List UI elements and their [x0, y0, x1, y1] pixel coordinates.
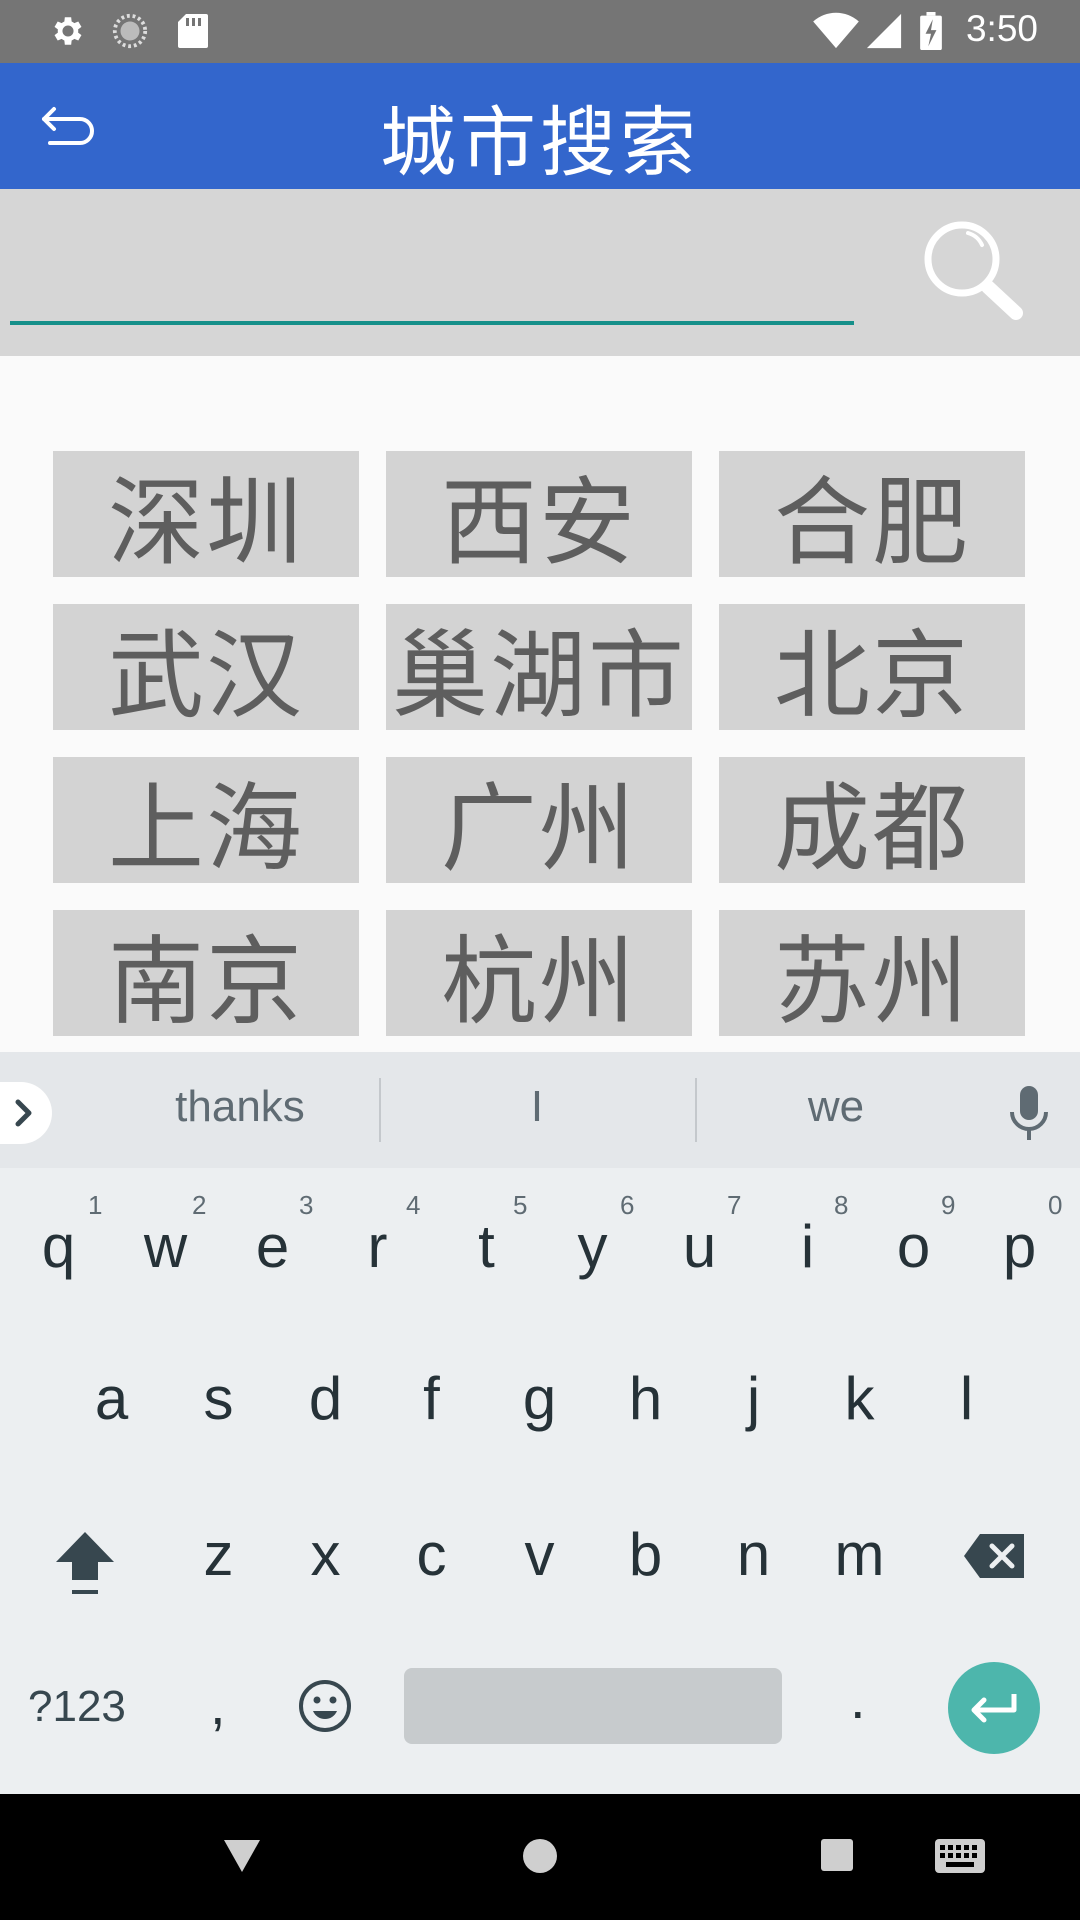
suggestion-divider	[695, 1078, 697, 1142]
key-c[interactable]: c	[378, 1520, 485, 1589]
city-button[interactable]: 广州	[386, 757, 692, 885]
key-hint-5: 5	[513, 1190, 528, 1220]
suggestion-2[interactable]: I	[417, 1082, 657, 1132]
app-bar: 城市搜索	[0, 63, 1080, 189]
space-key[interactable]	[404, 1668, 782, 1744]
status-time: 3:50	[965, 8, 1038, 49]
battery-charging-icon	[920, 12, 942, 50]
city-button[interactable]: 合肥	[719, 451, 1025, 579]
navigation-bar	[0, 1794, 1080, 1920]
search-input[interactable]	[10, 219, 854, 325]
key-n[interactable]: n	[700, 1520, 807, 1589]
key-hint-4: 4	[406, 1190, 421, 1220]
comma-key[interactable]: ,	[210, 1672, 226, 1737]
key-hint-3: 3	[299, 1190, 314, 1220]
home-circle-icon[interactable]	[522, 1838, 558, 1874]
suggestion-strip: thanks I we	[0, 1052, 1080, 1168]
key-g[interactable]: g	[486, 1364, 593, 1433]
recents-square-icon[interactable]	[820, 1838, 854, 1872]
backspace-key-icon[interactable]	[962, 1530, 1028, 1582]
key-u[interactable]: u	[646, 1212, 753, 1281]
key-hint-8: 8	[834, 1190, 849, 1220]
key-w[interactable]: w	[112, 1212, 219, 1281]
key-i[interactable]: i	[754, 1212, 861, 1281]
chevron-right-icon	[15, 1099, 32, 1127]
enter-key[interactable]	[948, 1662, 1040, 1754]
key-h[interactable]: h	[592, 1364, 699, 1433]
city-button[interactable]: 北京	[719, 604, 1025, 732]
signal-icon	[866, 13, 902, 49]
key-x[interactable]: x	[272, 1520, 379, 1589]
key-f[interactable]: f	[378, 1364, 485, 1433]
key-l[interactable]: l	[913, 1364, 1020, 1433]
key-s[interactable]: s	[165, 1364, 272, 1433]
key-hint-2: 2	[192, 1190, 207, 1220]
sd-card-icon	[178, 14, 208, 48]
key-v[interactable]: v	[486, 1520, 593, 1589]
key-hint-6: 6	[620, 1190, 635, 1220]
city-button[interactable]: 武汉	[53, 604, 359, 732]
microphone-icon[interactable]	[1008, 1084, 1050, 1142]
wifi-icon	[813, 12, 859, 49]
key-o[interactable]: o	[860, 1212, 967, 1281]
back-triangle-icon[interactable]	[222, 1838, 262, 1874]
enter-arrow-icon	[971, 1694, 1017, 1723]
key-hint-7: 7	[727, 1190, 742, 1220]
keyboard-switch-icon[interactable]	[934, 1838, 986, 1874]
suggestion-divider	[379, 1078, 381, 1142]
key-m[interactable]: m	[806, 1520, 913, 1589]
key-a[interactable]: a	[58, 1364, 165, 1433]
period-key[interactable]: .	[850, 1666, 866, 1731]
city-grid: 深圳 西安 合肥 武汉 巢湖市 北京 上海 广州 成都 南京 杭州 苏州	[53, 451, 1026, 1038]
key-e[interactable]: e	[219, 1212, 326, 1281]
suggestion-3[interactable]: we	[716, 1082, 956, 1132]
city-button[interactable]: 成都	[719, 757, 1025, 885]
city-button[interactable]: 西安	[386, 451, 692, 579]
sync-icon	[112, 13, 148, 49]
search-bar	[0, 189, 1080, 356]
city-button[interactable]: 南京	[53, 910, 359, 1038]
key-k[interactable]: k	[806, 1364, 913, 1433]
key-q[interactable]: q	[5, 1212, 112, 1281]
key-b[interactable]: b	[592, 1520, 699, 1589]
city-button[interactable]: 深圳	[53, 451, 359, 579]
key-z[interactable]: z	[165, 1520, 272, 1589]
key-j[interactable]: j	[700, 1364, 807, 1433]
expand-suggestions-button[interactable]	[0, 1082, 52, 1144]
key-y[interactable]: y	[539, 1212, 646, 1281]
page-title: 城市搜索	[380, 98, 700, 187]
key-d[interactable]: d	[272, 1364, 379, 1433]
key-hint-0: 0	[1048, 1190, 1063, 1220]
settings-gear-icon	[54, 17, 82, 45]
key-hint-1: 1	[88, 1190, 103, 1220]
symbols-key[interactable]: ?123	[28, 1682, 126, 1732]
key-t[interactable]: t	[433, 1212, 540, 1281]
city-button[interactable]: 杭州	[386, 910, 692, 1038]
key-p[interactable]: p	[966, 1212, 1073, 1281]
key-r[interactable]: r	[324, 1212, 431, 1281]
key-hint-9: 9	[941, 1190, 956, 1220]
city-button[interactable]: 苏州	[719, 910, 1025, 1038]
city-button[interactable]: 上海	[53, 757, 359, 885]
status-bar: 3:50	[0, 0, 1080, 63]
city-button[interactable]: 巢湖市	[386, 604, 692, 732]
magnifier-icon[interactable]	[918, 215, 1028, 325]
suggestion-1[interactable]: thanks	[120, 1082, 360, 1132]
shift-key-icon[interactable]	[50, 1528, 120, 1600]
screen: 3:50 城市搜索 深圳 西安 合肥 武汉 巢湖市 北京 上海 广州 成都 南京…	[0, 0, 1080, 1920]
emoji-icon[interactable]	[297, 1678, 353, 1734]
